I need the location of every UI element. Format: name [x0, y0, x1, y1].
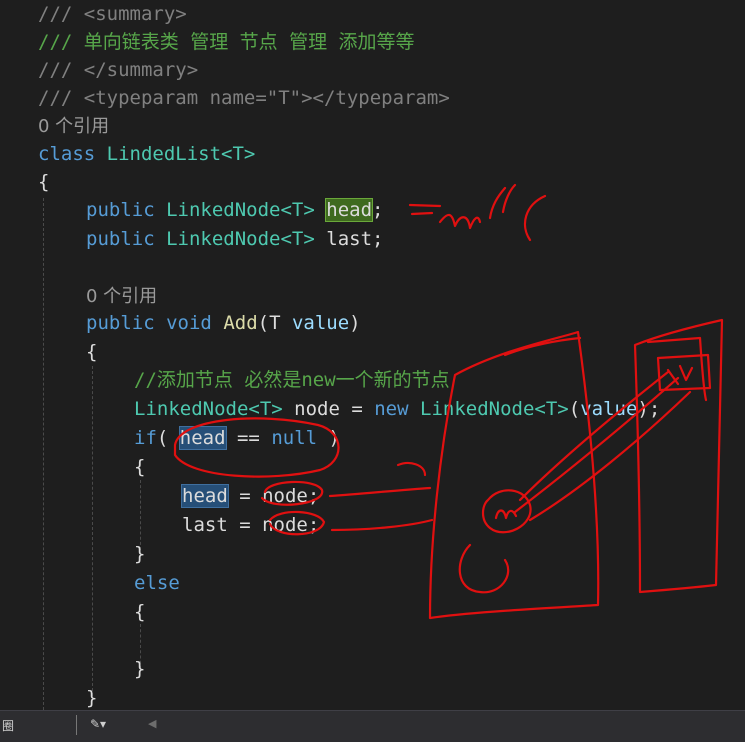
annotation-stroke [438, 213, 482, 230]
code-editor[interactable]: /// <summary> /// 单向链表类 管理 节点 管理 添加等等 //… [0, 0, 745, 710]
keyword: null [271, 427, 318, 449]
code-line: public void Add(T value) [86, 309, 361, 337]
tool-dropdown-icon[interactable]: ✎▾ [90, 717, 106, 731]
doc-comment: /// 单向链表类 管理 节点 管理 添加等等 [38, 31, 415, 53]
assignment: = node; [227, 485, 320, 507]
keyword: public [86, 199, 155, 221]
type-name: LinkedNode<T> [134, 398, 283, 420]
doc-comment: /// <summary> [38, 3, 187, 25]
status-left-label: 圈 [2, 719, 15, 733]
code-line: /// 单向链表类 管理 节点 管理 添加等等 [38, 28, 415, 56]
indent-guide [92, 366, 93, 696]
code-line: /// <summary> [38, 0, 187, 28]
code-line: LinkedNode<T> node = new LinkedNode<T>(v… [134, 395, 660, 423]
field-last: last; [326, 228, 384, 250]
code-line: { [86, 338, 97, 366]
annotation-stroke [481, 489, 532, 534]
annotation-stroke [428, 330, 600, 620]
annotation-stroke [518, 370, 670, 502]
type-name: LinkedNode<T> [420, 398, 569, 420]
parameter: value [291, 312, 350, 334]
scroll-left-icon[interactable]: ◀ [148, 717, 156, 730]
annotation-stroke [666, 364, 694, 386]
code-line: else [134, 569, 180, 597]
keyword: public [86, 312, 155, 334]
punctuation: ( [568, 398, 581, 420]
keyword: void [166, 312, 212, 334]
code-line: { [134, 453, 145, 481]
code-line: /// </summary> [38, 56, 198, 84]
keyword: else [134, 572, 180, 594]
code-line: } [134, 540, 145, 568]
assignment: last = node; [182, 514, 320, 536]
annotation-stroke [458, 543, 510, 594]
codelens-references[interactable]: 0 个引用 [86, 283, 157, 311]
keyword: public [86, 228, 155, 250]
brace: { [134, 601, 146, 623]
annotation-stroke [396, 461, 427, 477]
keyword: class [38, 143, 96, 165]
annotation-stroke [494, 509, 518, 520]
annotation-stroke [633, 318, 724, 594]
codelens-references[interactable]: 0 个引用 [38, 113, 109, 141]
code-line: } [134, 655, 145, 683]
punctuation: ) [317, 427, 340, 449]
keyword: if [134, 427, 157, 449]
doc-comment: /// </summary> [38, 59, 199, 81]
brace: { [86, 341, 98, 363]
punctuation: ; [372, 199, 384, 221]
annotation-stroke [328, 486, 434, 532]
indent-guide [43, 198, 44, 710]
code-line: head = node; [181, 482, 320, 510]
brace: { [134, 456, 146, 478]
code-line: public LinkedNode<T> last; [86, 225, 383, 253]
annotation-stroke [503, 336, 582, 357]
class-name: LindedList<T> [106, 143, 256, 165]
type-name: LinkedNode<T> [166, 199, 315, 221]
brace: } [86, 687, 98, 709]
annotation-stroke [646, 336, 708, 402]
code-line: } [86, 684, 97, 710]
punctuation: ( [156, 427, 180, 449]
brace: { [38, 171, 50, 193]
head-reference-highlight[interactable]: head [178, 426, 227, 450]
comment: //添加节点 必然是new一个新的节点 [134, 369, 450, 391]
code-line: /// <typeparam name="T"></typeparam> [38, 84, 450, 112]
brace: } [134, 543, 146, 565]
punctuation: (T [257, 312, 292, 334]
brace: } [134, 658, 146, 680]
head-reference-highlight[interactable]: head [181, 484, 229, 508]
punctuation: ) [349, 312, 361, 334]
field-head-highlight[interactable]: head [325, 198, 374, 222]
method-name: Add [223, 312, 258, 334]
operator: == [225, 427, 272, 449]
doc-comment: /// <typeparam name="T"></typeparam> [38, 87, 450, 109]
code-line: { [38, 168, 49, 196]
status-divider [76, 715, 77, 735]
annotation-stroke [488, 183, 547, 242]
code-line: { [134, 598, 145, 626]
annotation-stroke [656, 353, 712, 392]
code-line: //添加节点 必然是new一个新的节点 [134, 366, 450, 394]
punctuation: ); [637, 398, 661, 420]
type-name: LinkedNode<T> [166, 228, 315, 250]
code-line: public LinkedNode<T> head; [86, 196, 383, 224]
parameter: value [580, 398, 638, 420]
status-bar: 圈 ✎▾ ◀ [0, 710, 745, 742]
annotation-stroke [408, 203, 442, 216]
code-line: class LindedList<T> [38, 140, 255, 168]
keyword: new [374, 398, 409, 420]
code-line: last = node; [182, 511, 319, 539]
variable-decl: node = [282, 398, 375, 420]
code-line: if( head == null ) [134, 424, 340, 452]
